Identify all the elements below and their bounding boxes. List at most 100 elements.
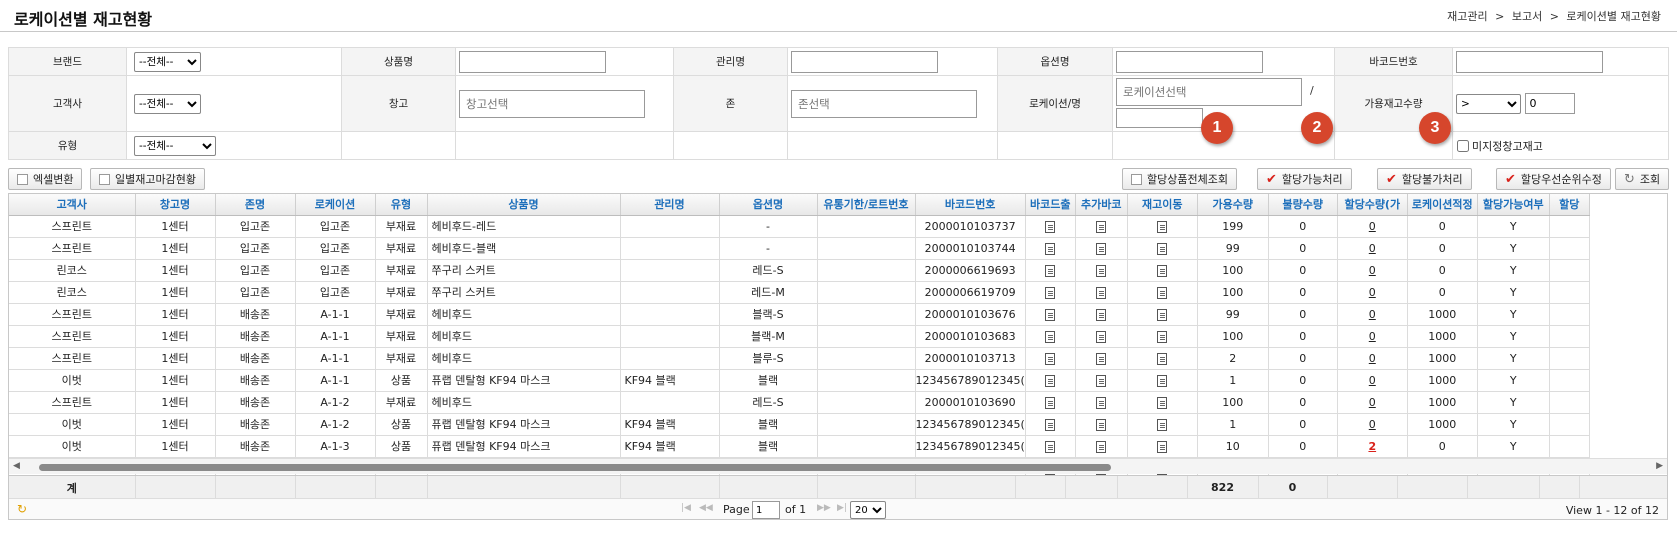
add-barcode-icon[interactable] [1096,242,1107,255]
table-row[interactable]: 이벗 1센터 배송존 A-1-2 상품 퓨랩 덴탈형 KF94 마스크 KF94 블랙 블랙 1… [9,413,1590,436]
column-header[interactable]: 창고명 [135,194,216,216]
next-page-icon[interactable]: ▶▶ [817,503,831,513]
table-row[interactable]: 스프린트 1센터 배송존 A-1-1 부재료 헤비후드 블랙-M 2000010103683 1… [9,325,1590,348]
column-header[interactable]: 존명 [215,194,296,216]
column-header[interactable]: 재고이동 [1127,194,1198,216]
column-header[interactable]: 상품명 [427,194,621,216]
add-barcode-icon[interactable] [1096,264,1107,277]
scrollbar-thumb[interactable] [39,464,1111,471]
alloc-all-button[interactable]: 할당상품전체조회 [1122,168,1237,190]
add-barcode-icon[interactable] [1096,330,1107,343]
alloc-qty-link[interactable]: 0 [1369,396,1376,409]
excel-export-button[interactable]: 엑셀변환 [8,168,83,190]
barcode-print-icon[interactable] [1045,440,1056,453]
alloc-qty-link[interactable]: 0 [1369,220,1376,233]
column-header[interactable]: 할당가능여부 [1477,194,1550,216]
column-header[interactable]: 추가바코 [1075,194,1128,216]
barcode-print-icon[interactable] [1045,220,1056,233]
barcode-print-icon[interactable] [1045,330,1056,343]
barcode-print-icon[interactable] [1045,352,1056,365]
alloc-qty-link[interactable]: 0 [1369,330,1376,343]
breadcrumb-item[interactable]: 재고관리 [1447,10,1487,23]
manage-name-input[interactable] [791,50,938,73]
unassigned-stock-checkbox[interactable] [1457,139,1469,152]
type-select[interactable]: --전체-- [134,135,216,156]
alloc-impossible-button[interactable]: ✔ 할당불가처리 [1377,168,1472,190]
add-barcode-icon[interactable] [1096,418,1107,431]
add-barcode-icon[interactable] [1096,440,1107,453]
column-header[interactable]: 유형 [375,194,428,216]
column-header[interactable]: 로케이션 [295,194,376,216]
stock-move-icon[interactable] [1157,352,1168,365]
alloc-qty-link[interactable]: 0 [1369,418,1376,431]
alloc-qty-link[interactable]: 0 [1369,242,1376,255]
page-size-select[interactable]: 20 [850,501,886,519]
scroll-right-arrow-icon[interactable]: ▶ [1656,461,1663,471]
add-barcode-icon[interactable] [1096,396,1107,409]
table-row[interactable]: 스프린트 1센터 입고존 입고존 부재료 헤비후드-블랙 -2000010103744 99 0… [9,237,1590,260]
table-row[interactable]: 스프린트 1센터 배송존 A-1-2 부재료 헤비후드 레드-S 2000010103690 1… [9,391,1590,414]
table-row[interactable]: 이벗 1센터 배송존 A-1-3 상품 퓨랩 덴탈형 KF94 마스크 KF94 블랙 블랙 1… [9,435,1590,458]
column-header[interactable]: 고객사 [9,194,136,216]
alloc-possible-button[interactable]: ✔ 할당가능처리 [1257,168,1352,190]
alloc-qty-link[interactable]: 2 [1368,440,1376,453]
barcode-print-icon[interactable] [1045,374,1056,387]
avail-qty-operator-select[interactable]: > [1456,94,1521,114]
column-header[interactable]: 할당수량(가 [1337,194,1408,216]
barcode-input[interactable] [1456,50,1603,73]
horizontal-scrollbar[interactable]: ◀ ▶ [9,458,1667,474]
add-barcode-icon[interactable] [1096,286,1107,299]
warehouse-input[interactable] [459,89,645,118]
alloc-qty-link[interactable]: 0 [1369,308,1376,321]
barcode-print-icon[interactable] [1045,242,1056,255]
stock-move-icon[interactable] [1157,220,1168,233]
barcode-print-icon[interactable] [1045,308,1056,321]
priority-edit-button[interactable]: ✔ 할당우선순위수정 [1496,168,1611,190]
column-header[interactable]: 로케이션적정 [1407,194,1478,216]
stock-move-icon[interactable] [1157,374,1168,387]
column-header[interactable]: 유통기한/로트번호 [817,194,916,216]
avail-qty-input[interactable] [1524,93,1575,114]
table-row[interactable]: 스프린트 1센터 배송존 A-1-1 부재료 헤비후드 블랙-S 2000010103676 9… [9,303,1590,326]
option-name-input[interactable] [1116,50,1263,73]
barcode-print-icon[interactable] [1045,286,1056,299]
table-row[interactable]: 이벗 1센터 배송존 A-1-1 상품 퓨랩 덴탈형 KF94 마스크 KF94 블랙 블랙 1… [9,369,1590,392]
alloc-qty-link[interactable]: 0 [1369,286,1376,299]
alloc-qty-link[interactable]: 0 [1369,352,1376,365]
prev-page-icon[interactable]: ◀◀ [699,503,713,513]
search-button[interactable]: ↻ 조회 [1615,168,1670,190]
table-row[interactable]: 린코스 1센터 입고존 입고존 부재료 쭈구리 스커트 레드-M 2000006619709 1… [9,281,1590,304]
unassigned-stock-toggle[interactable]: 미지정창고재고 [1457,138,1668,154]
location-input[interactable] [1116,78,1302,106]
scroll-left-arrow-icon[interactable]: ◀ [13,461,20,471]
table-row[interactable]: 스프린트 1센터 배송존 A-1-1 부재료 헤비후드 블루-S 2000010103713 2… [9,347,1590,370]
column-header[interactable]: 옵션명 [719,194,818,216]
stock-move-icon[interactable] [1157,440,1168,453]
column-header[interactable]: 바코드출 [1025,194,1076,216]
refresh-icon[interactable]: ↻ [17,502,27,516]
add-barcode-icon[interactable] [1096,220,1107,233]
barcode-print-icon[interactable] [1045,396,1056,409]
column-header[interactable]: 바코드번호 [915,194,1026,216]
add-barcode-icon[interactable] [1096,308,1107,321]
alloc-qty-link[interactable]: 0 [1369,374,1376,387]
barcode-print-icon[interactable] [1045,418,1056,431]
column-header[interactable]: 관리명 [620,194,720,216]
last-page-icon[interactable]: ▶| [837,503,847,513]
column-header[interactable]: 할당 [1549,194,1590,216]
barcode-print-icon[interactable] [1045,264,1056,277]
add-barcode-icon[interactable] [1096,352,1107,365]
breadcrumb-item[interactable]: 보고서 [1512,10,1542,23]
table-row[interactable]: 린코스 1센터 입고존 입고존 부재료 쭈구리 스커트 레드-S 2000006619693 1… [9,259,1590,282]
stock-move-icon[interactable] [1157,396,1168,409]
daily-close-button[interactable]: 일별재고마감현황 [90,168,205,190]
page-number-input[interactable] [752,501,780,519]
location-name-input[interactable] [1116,108,1203,128]
stock-move-icon[interactable] [1157,308,1168,321]
stock-move-icon[interactable] [1157,286,1168,299]
first-page-icon[interactable]: |◀ [681,503,691,513]
customer-select[interactable]: --전체-- [134,93,201,114]
alloc-qty-link[interactable]: 0 [1369,264,1376,277]
column-header[interactable]: 가용수량 [1197,194,1269,216]
table-row[interactable]: 스프린트 1센터 입고존 입고존 부재료 헤비후드-레드 -2000010103737 199… [9,215,1590,238]
